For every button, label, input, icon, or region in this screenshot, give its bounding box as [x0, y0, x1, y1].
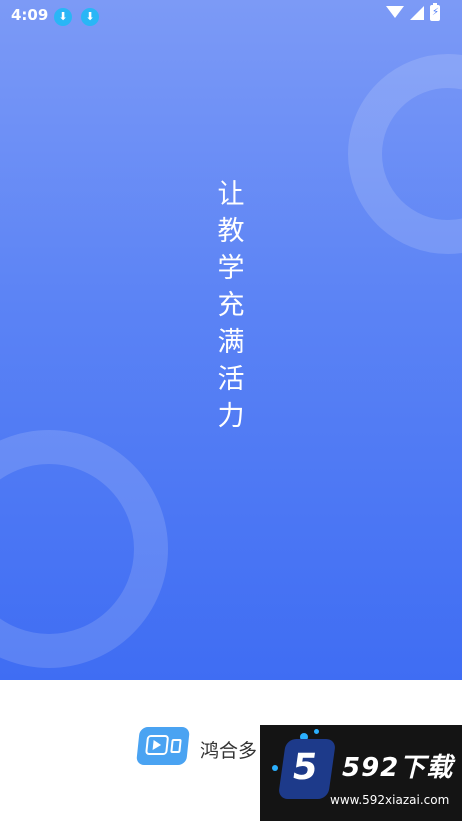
- app-name: 鸿合多: [200, 740, 258, 762]
- status-bar: 4:09 ⬇ ⬇ ⚡: [0, 0, 462, 32]
- slogan-char: 充: [217, 290, 245, 321]
- battery-charging-icon: ⚡: [430, 3, 440, 21]
- slogan-vertical: 让 教 学 充 满 活 力: [214, 176, 248, 435]
- signal-icon: [410, 6, 424, 20]
- app-logo-icon: [136, 727, 190, 765]
- wifi-icon: [386, 6, 404, 18]
- download-icon: ⬇: [54, 8, 72, 26]
- watermark-logo-icon: 5: [277, 739, 337, 799]
- slogan-char: 教: [217, 216, 245, 247]
- decorative-ring-top: [348, 54, 462, 254]
- slogan-char: 学: [217, 253, 245, 284]
- watermark-brand: 592下载: [342, 753, 454, 783]
- slogan-char: 满: [217, 327, 245, 358]
- slogan-char: 活: [217, 364, 245, 395]
- slogan-char: 让: [217, 179, 245, 210]
- slogan-char: 力: [217, 401, 245, 432]
- watermark-badge-text: 5: [289, 747, 321, 788]
- splash-hero: 4:09 ⬇ ⬇ ⚡ 让 教 学 充 满 活 力: [0, 0, 462, 680]
- status-time: 4:09: [11, 6, 49, 24]
- watermark-url: www.592xiazai.com: [330, 793, 450, 807]
- download-icon: ⬇: [81, 8, 99, 26]
- decorative-ring-bottom: [0, 430, 168, 668]
- watermark-overlay: 5 592下载 www.592xiazai.com: [260, 725, 462, 821]
